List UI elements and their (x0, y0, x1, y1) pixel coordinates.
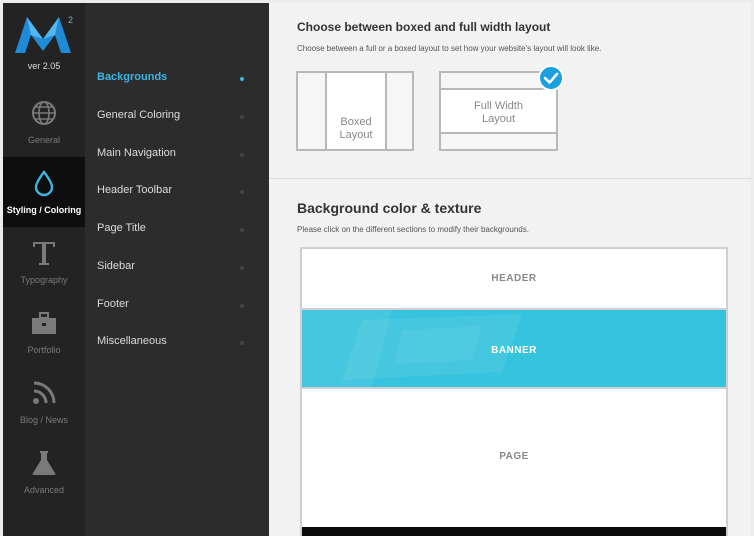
submenu: Backgrounds General Coloring Main Naviga… (85, 3, 269, 536)
background-sections-preview: HEADER BANNER PAGE (300, 247, 728, 536)
drop-icon (34, 170, 54, 197)
submenu-label: Backgrounds (97, 71, 168, 83)
full-width-layout-label-line2: Layout (481, 113, 516, 125)
logo: 2 ver 2.05 (3, 3, 85, 87)
main-content: Choose between boxed and full width layo… (269, 3, 751, 536)
submenu-item-main-navigation[interactable]: Main Navigation (85, 136, 269, 174)
flask-icon (32, 451, 56, 475)
rail-label-styling-coloring: Styling / Coloring (6, 205, 82, 215)
submenu-label: Miscellaneous (97, 335, 167, 347)
rail-label-portfolio: Portfolio (27, 345, 61, 355)
selected-check-icon (538, 65, 564, 91)
submenu-label: General Coloring (97, 109, 181, 121)
boxed-layout-label: Boxed Layout (325, 116, 387, 142)
theme-options-app: 2 ver 2.05 General Styling / Coloring Ty… (0, 0, 754, 536)
rail-item-portfolio[interactable]: Portfolio (3, 297, 85, 367)
submenu-dot (240, 266, 244, 270)
section-divider (269, 178, 751, 179)
page-section-label: PAGE (499, 451, 529, 462)
logo-superscript: 2 (68, 15, 74, 25)
background-section-title: Background color & texture (297, 200, 482, 216)
header-section[interactable]: HEADER (302, 249, 726, 310)
icon-rail: 2 ver 2.05 General Styling / Coloring Ty… (3, 3, 85, 536)
submenu-item-backgrounds[interactable]: Backgrounds (85, 60, 269, 98)
rail-item-styling-coloring[interactable]: Styling / Coloring (3, 157, 85, 227)
submenu-dot (240, 341, 244, 345)
submenu-dot (240, 228, 244, 232)
submenu-item-general-coloring[interactable]: General Coloring (85, 98, 269, 136)
submenu-label: Header Toolbar (97, 184, 173, 196)
full-width-layout-label: Full Width Layout (441, 100, 556, 126)
rail-item-typography[interactable]: Typography (3, 227, 85, 297)
briefcase-icon (32, 312, 56, 334)
boxed-layout-label-line2: Layout (339, 129, 373, 141)
submenu-dot (240, 190, 244, 194)
logo-icon (15, 17, 71, 53)
footer-section[interactable] (302, 527, 726, 536)
submenu-label: Page Title (97, 222, 146, 234)
rail-label-general: General (27, 135, 61, 145)
layout-section-description: Choose between a full or a boxed layout … (297, 44, 602, 53)
rail-item-advanced[interactable]: Advanced (3, 437, 85, 507)
submenu-dot (240, 153, 244, 157)
typography-icon (33, 242, 55, 265)
rail-label-advanced: Advanced (23, 485, 65, 495)
submenu-item-header-toolbar[interactable]: Header Toolbar (85, 173, 269, 211)
submenu-label: Footer (97, 298, 129, 310)
boxed-layout-option[interactable]: Boxed Layout (296, 71, 414, 151)
submenu-dot (240, 77, 244, 81)
banner-section[interactable]: BANNER (302, 310, 726, 389)
globe-icon (32, 101, 56, 125)
header-section-label: HEADER (491, 273, 537, 284)
full-width-layout-label-line1: Full Width (474, 100, 523, 112)
submenu-dot (240, 115, 244, 119)
submenu-item-page-title[interactable]: Page Title (85, 211, 269, 249)
submenu-dot (240, 304, 244, 308)
submenu-item-footer[interactable]: Footer (85, 287, 269, 325)
feed-icon (33, 381, 56, 404)
submenu-item-sidebar[interactable]: Sidebar (85, 249, 269, 287)
background-section-description: Please click on the different sections t… (297, 225, 529, 234)
rail-item-blog-news[interactable]: Blog / News (3, 367, 85, 437)
submenu-label: Main Navigation (97, 147, 176, 159)
submenu-item-miscellaneous[interactable]: Miscellaneous (85, 324, 269, 362)
rail-item-general[interactable]: General (3, 87, 85, 157)
banner-section-label: BANNER (491, 345, 537, 356)
rail-label-typography: Typography (20, 275, 68, 285)
layout-section-title: Choose between boxed and full width layo… (297, 20, 551, 34)
submenu-label: Sidebar (97, 260, 135, 272)
page-section[interactable]: PAGE (302, 389, 726, 527)
version-label: ver 2.05 (27, 61, 61, 71)
boxed-layout-label-line1: Boxed (340, 116, 372, 128)
rail-label-blog-news: Blog / News (19, 415, 69, 425)
